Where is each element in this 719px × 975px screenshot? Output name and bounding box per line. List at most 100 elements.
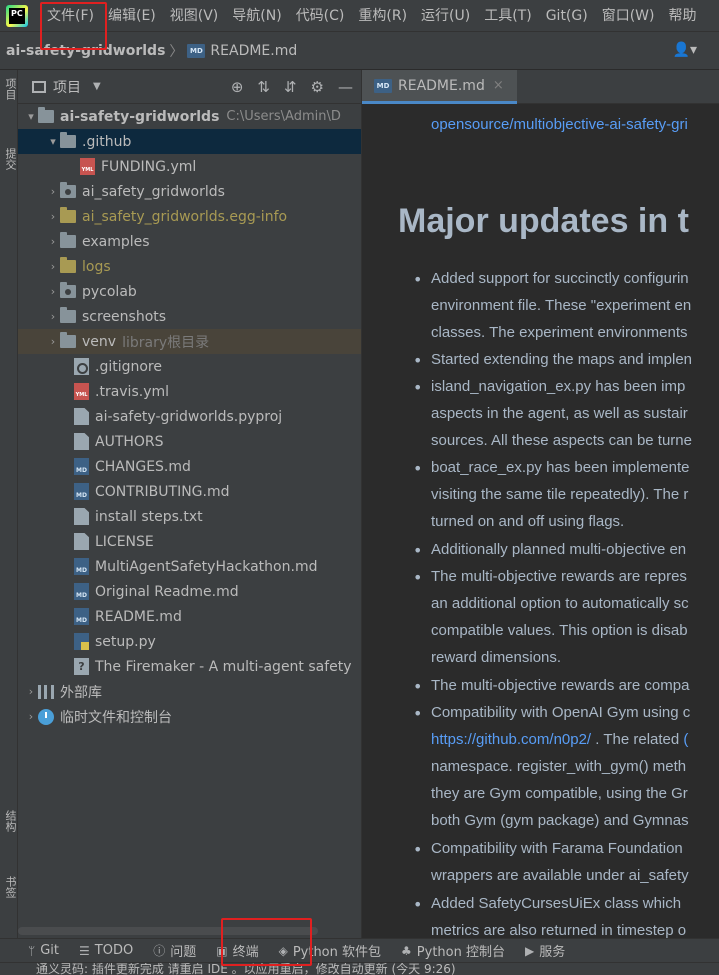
folder-icon xyxy=(60,232,76,248)
git-branch-icon: ᛘ xyxy=(28,943,36,958)
tree-row-venv[interactable]: › venv library根目录 xyxy=(18,329,361,354)
collapse-arrow-icon[interactable]: › xyxy=(46,310,60,323)
menu-navigate[interactable]: 导航(N) xyxy=(225,0,288,32)
tree-label: screenshots xyxy=(82,308,167,325)
menu-edit[interactable]: 编辑(E) xyxy=(101,0,163,32)
tree-row-gitignore[interactable]: .gitignore xyxy=(18,354,361,379)
tree-row-package[interactable]: › ai_safety_gridworlds xyxy=(18,179,361,204)
tree-row-pycolab[interactable]: › pycolab xyxy=(18,279,361,304)
menu-refactor[interactable]: 重构(R) xyxy=(351,0,414,32)
text-line: Added SafetyCursesUiEx class which xyxy=(431,895,682,912)
settings-gear-icon[interactable]: ⚙ xyxy=(311,78,324,96)
tree-row-readme[interactable]: MD README.md xyxy=(18,604,361,629)
text-line: The multi-objective rewards are compa xyxy=(431,677,690,694)
tree-path-hint: C:\Users\Admin\D xyxy=(226,109,341,124)
expand-all-icon[interactable]: ⇅ xyxy=(257,78,270,96)
tree-label: examples xyxy=(82,233,150,250)
tree-row-firemaker[interactable]: ? The Firemaker - A multi-agent safety xyxy=(18,654,361,679)
tree-row-examples[interactable]: › examples xyxy=(18,229,361,254)
tree-row-changes[interactable]: MD CHANGES.md xyxy=(18,454,361,479)
menu-tools[interactable]: 工具(T) xyxy=(477,0,538,32)
services-play-icon: ▶ xyxy=(524,943,535,958)
text-line: compatible values. This option is disab xyxy=(431,622,688,639)
stripe-project-tab[interactable]: 项目 xyxy=(2,78,18,100)
github-link[interactable]: https://github.com/n0p2/ xyxy=(431,731,591,748)
tab-label: README.md xyxy=(398,77,485,94)
text-line: classes. The experiment environments xyxy=(431,324,688,341)
bullet-icon: • xyxy=(413,704,423,723)
tree-row-root[interactable]: ▾ ai-safety-gridworlds C:\Users\Admin\D xyxy=(18,104,361,129)
repo-link[interactable]: opensource/multiobjective-ai-safety-gri xyxy=(431,116,688,133)
expand-arrow-icon[interactable]: ▾ xyxy=(24,110,38,123)
tree-label: LICENSE xyxy=(95,533,154,550)
horizontal-scrollbar[interactable] xyxy=(18,927,318,935)
tree-row-pyproj[interactable]: ai-safety-gridworlds.pyproj xyxy=(18,404,361,429)
library-icon xyxy=(38,684,54,699)
tree-row-original-readme[interactable]: MD Original Readme.md xyxy=(18,579,361,604)
text-file-icon xyxy=(74,433,89,450)
tree-row-hackathon[interactable]: MD MultiAgentSafetyHackathon.md xyxy=(18,554,361,579)
tree-row-github[interactable]: ▾ .github xyxy=(18,129,361,154)
collapse-all-icon[interactable]: ⇵ xyxy=(284,78,297,96)
tool-label: Python 软件包 xyxy=(292,945,382,960)
user-account-icon[interactable]: 👤▾ xyxy=(673,42,697,58)
menu-view[interactable]: 视图(V) xyxy=(163,0,226,32)
collapse-arrow-icon[interactable]: › xyxy=(46,260,60,273)
tree-row-screenshots[interactable]: › screenshots xyxy=(18,304,361,329)
tree-row-funding[interactable]: YML FUNDING.yml xyxy=(18,154,361,179)
project-panel-title[interactable]: 项目 xyxy=(53,77,81,97)
tool-git[interactable]: ᛘ Git xyxy=(0,943,69,958)
tree-row-logs[interactable]: › logs xyxy=(18,254,361,279)
menu-window[interactable]: 窗口(W) xyxy=(595,0,662,32)
bullet-icon: • xyxy=(413,351,423,370)
tree-row-license[interactable]: LICENSE xyxy=(18,529,361,554)
breadcrumb-file[interactable]: README.md xyxy=(210,43,297,59)
menu-git[interactable]: Git(G) xyxy=(539,0,595,32)
breadcrumb-project[interactable]: ai-safety-gridworlds xyxy=(6,43,165,59)
menu-code[interactable]: 代码(C) xyxy=(289,0,352,32)
stripe-structure-tab[interactable]: 结构 xyxy=(2,810,18,832)
tree-row-authors[interactable]: AUTHORS xyxy=(18,429,361,454)
expand-arrow-icon[interactable]: ▾ xyxy=(46,135,60,148)
stripe-bookmarks-tab[interactable]: 书签 xyxy=(2,876,18,898)
tree-row-setup[interactable]: setup.py xyxy=(18,629,361,654)
collapse-arrow-icon[interactable]: › xyxy=(46,335,60,348)
collapse-arrow-icon[interactable]: › xyxy=(46,235,60,248)
menu-help[interactable]: 帮助 xyxy=(661,0,703,32)
close-tab-icon[interactable]: × xyxy=(493,78,504,93)
collapse-arrow-icon[interactable]: › xyxy=(46,210,60,223)
tool-terminal[interactable]: ▣ 终端 xyxy=(206,941,268,961)
markdown-file-icon: MD xyxy=(74,608,89,625)
text-line: boat_race_ex.py has been implemente xyxy=(431,459,690,476)
tree-row-install-steps[interactable]: install steps.txt xyxy=(18,504,361,529)
menu-file[interactable]: 文件(F) xyxy=(40,0,101,32)
link-fragment[interactable]: ( xyxy=(683,731,688,748)
pycharm-logo-icon[interactable]: PC xyxy=(6,4,28,27)
collapse-arrow-icon[interactable]: › xyxy=(46,185,60,198)
collapse-arrow-icon[interactable]: › xyxy=(46,285,60,298)
text-file-icon xyxy=(74,408,89,425)
tool-python-packages[interactable]: ◈ Python 软件包 xyxy=(269,941,391,961)
tree-row-contributing[interactable]: MD CONTRIBUTING.md xyxy=(18,479,361,504)
stripe-commit-tab[interactable]: 提交 xyxy=(2,148,18,170)
menu-run[interactable]: 运行(U) xyxy=(414,0,477,32)
markdown-file-icon: MD xyxy=(74,483,89,500)
status-bar: 通义灵码: 插件更新完成 请重启 IDE 。以应用重启，修改自动更新 (今天 9… xyxy=(0,962,719,975)
status-message[interactable]: 通义灵码: 插件更新完成 请重启 IDE 。以应用重启，修改自动更新 (今天 9… xyxy=(36,963,456,975)
view-selector-chevron-icon[interactable]: ▼ xyxy=(93,81,101,92)
tool-problems[interactable]: ⓘ 问题 xyxy=(143,941,206,960)
collapse-arrow-icon[interactable]: › xyxy=(24,685,38,698)
tool-services[interactable]: ▶ 服务 xyxy=(515,941,575,961)
tool-python-console[interactable]: ♣ Python 控制台 xyxy=(391,941,515,961)
text-line: Added support for succinctly configurin xyxy=(431,270,689,287)
locate-file-icon[interactable]: ⊕ xyxy=(231,78,244,96)
tree-row-travis[interactable]: YML .travis.yml xyxy=(18,379,361,404)
hide-panel-icon[interactable]: — xyxy=(338,78,353,96)
tree-row-external-libraries[interactable]: › 外部库 xyxy=(18,679,361,704)
tool-todo[interactable]: ☰ TODO xyxy=(69,943,143,958)
tab-readme[interactable]: MD README.md × xyxy=(362,70,517,104)
bullet-icon: • xyxy=(413,568,423,587)
collapse-arrow-icon[interactable]: › xyxy=(24,710,38,723)
tree-row-scratches[interactable]: › 临时文件和控制台 xyxy=(18,704,361,729)
tree-row-egg-info[interactable]: › ai_safety_gridworlds.egg-info xyxy=(18,204,361,229)
